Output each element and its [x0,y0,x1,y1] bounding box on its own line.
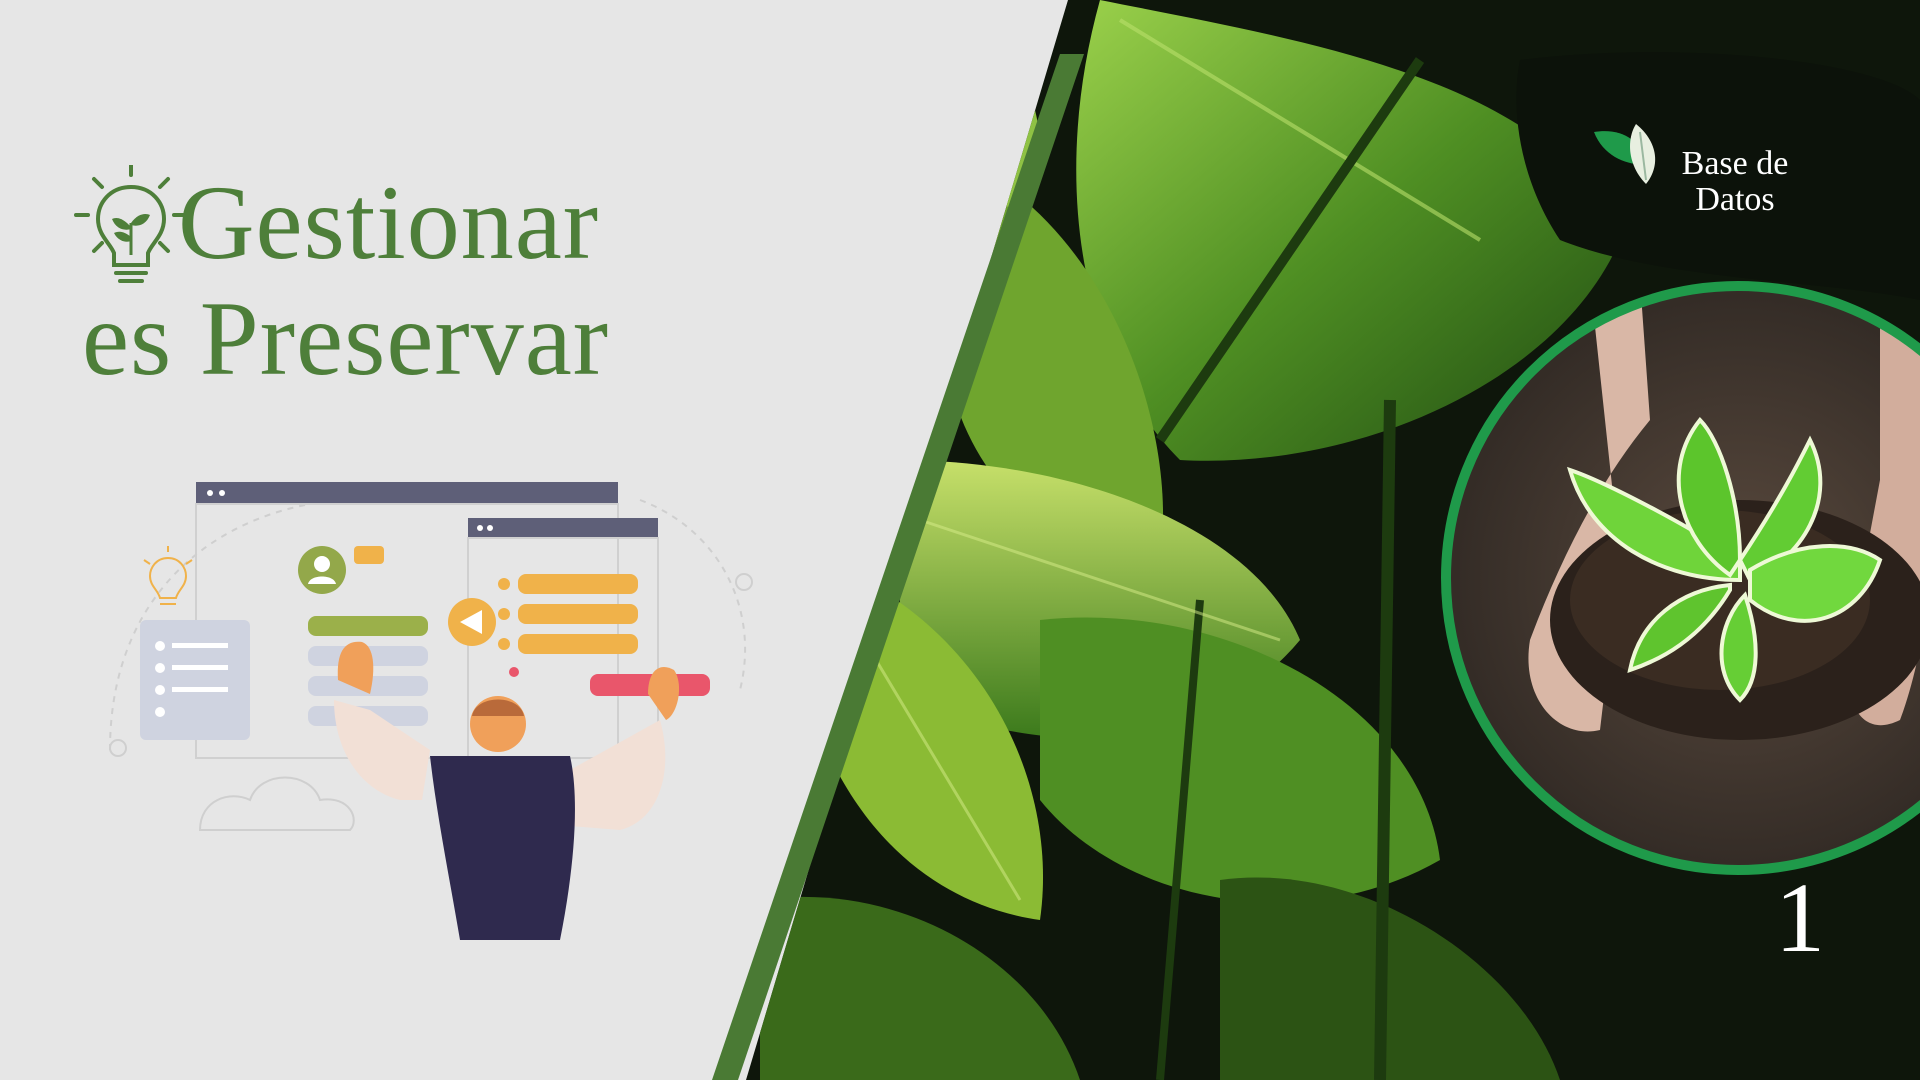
slide-title: Gestionar es Preservar [82,165,609,397]
page-number: 1 [1775,862,1825,973]
person-dashboard-illustration [109,482,753,940]
brand-name: Base de Datos [1670,146,1800,218]
slide: Gestionar es Preservar Base de Datos 1 [0,0,1920,1080]
brand-line-2: Datos [1695,181,1775,218]
title-line-1: Gestionar [178,164,600,281]
brand-line-1: Base de [1681,145,1789,182]
title-line-2: es Preservar [82,280,610,397]
